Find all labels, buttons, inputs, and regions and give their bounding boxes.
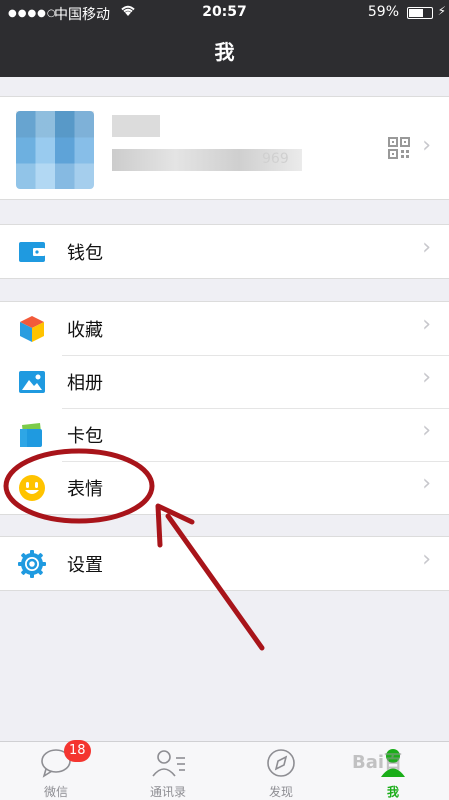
top-bar: ●●●●○ 中国移动 20:57 59% ⚡ 我: [0, 0, 449, 77]
smiley-icon: [18, 474, 46, 502]
menu-item-cards[interactable]: 卡包 ›: [0, 408, 449, 461]
cube-icon: [18, 315, 46, 343]
chevron-right-icon: ›: [422, 471, 431, 496]
menu-item-label: 相册: [67, 373, 103, 394]
wallet-icon: [18, 238, 46, 266]
battery-percentage: 59%: [367, 4, 399, 20]
chevron-right-icon: ›: [422, 547, 431, 572]
tab-contacts[interactable]: 通讯录: [112, 742, 224, 800]
wallet-group: 钱包 ›: [0, 224, 449, 279]
watermark: Bai百: [352, 752, 403, 773]
menu-item-label: 收藏: [67, 320, 103, 341]
chevron-right-icon: ›: [422, 418, 431, 443]
menu-item-settings[interactable]: 设置 ›: [0, 537, 449, 590]
menu-item-label: 设置: [67, 555, 103, 576]
menu-item-album[interactable]: 相册 ›: [0, 355, 449, 408]
tab-label: 我: [386, 785, 399, 799]
compass-icon: [267, 749, 295, 777]
qr-code-icon[interactable]: [388, 137, 410, 159]
page-title: 我: [214, 40, 235, 64]
menu-item-label: 表情: [67, 479, 103, 500]
tab-label: 微信: [43, 785, 68, 799]
menu-item-label: 钱包: [67, 243, 103, 264]
menu-item-wallet[interactable]: 钱包 ›: [0, 225, 449, 278]
tab-discover[interactable]: 发现: [225, 742, 337, 800]
tab-chats[interactable]: 18 微信: [0, 740, 112, 800]
contacts-icon: [152, 750, 185, 777]
tab-label: 通讯录: [149, 785, 186, 799]
chevron-right-icon: ›: [422, 312, 431, 337]
menu-item-label: 卡包: [67, 426, 103, 447]
blurred-id-digits: 969: [262, 151, 289, 167]
chevron-right-icon: ›: [422, 365, 431, 390]
features-group: 收藏 › 相册 › 卡包 › 表情 ›: [0, 301, 449, 515]
avatar[interactable]: [16, 111, 94, 189]
menu-item-stickers[interactable]: 表情 ›: [0, 461, 449, 514]
tab-label: 发现: [268, 785, 293, 799]
battery-icon: [407, 7, 433, 19]
profile-card[interactable]: 969 ›: [0, 96, 449, 200]
settings-group: 设置 ›: [0, 536, 449, 591]
card-package-icon: [18, 421, 46, 449]
chevron-right-icon: ›: [422, 235, 431, 260]
photo-album-icon: [18, 368, 46, 396]
charging-icon: ⚡: [437, 4, 446, 18]
chevron-right-icon: ›: [422, 133, 431, 158]
blurred-nickname: [112, 115, 160, 137]
menu-item-favorites[interactable]: 收藏 ›: [0, 302, 449, 355]
gear-icon: [18, 550, 46, 578]
status-bar: ●●●●○ 中国移动 20:57 59% ⚡: [0, 0, 449, 26]
unread-badge: 18: [64, 740, 91, 762]
